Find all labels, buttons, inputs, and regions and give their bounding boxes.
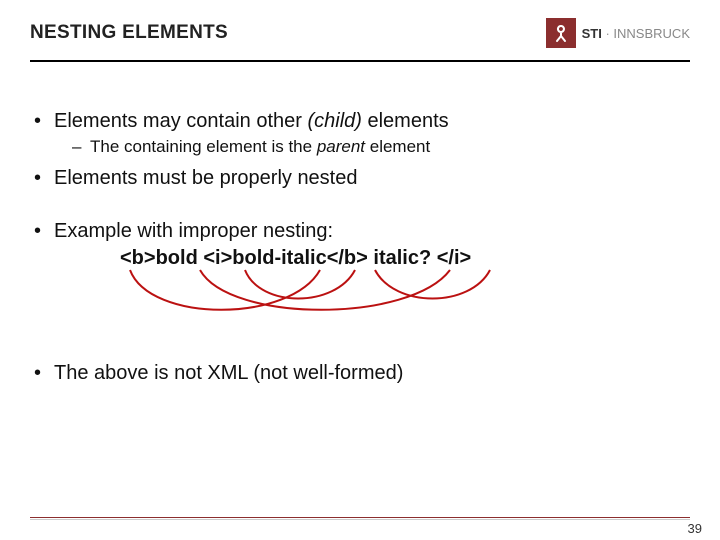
footer-rule-light	[30, 519, 690, 520]
logo-brand: STI	[582, 26, 602, 41]
brand-logo: STI · INNSBRUCK	[546, 18, 690, 48]
bullet-4: The above is not XML (not well-formed)	[30, 362, 690, 385]
bullet-1-sub: The containing element is the parent ele…	[30, 137, 690, 157]
logo-text: STI · INNSBRUCK	[582, 26, 690, 41]
bullet-1-sub-b: element	[365, 137, 430, 156]
footer-rule-accent	[30, 517, 690, 518]
slide-header: NESTING ELEMENTS STI · INNSBRUCK	[0, 0, 720, 56]
bullet-1-text-b: elements	[362, 110, 449, 132]
slide-title: NESTING ELEMENTS	[30, 22, 228, 44]
bullet-1-italic: (child)	[307, 110, 361, 132]
bullet-2: Elements must be properly nested	[30, 167, 690, 190]
page-number: 39	[688, 521, 702, 536]
bullet-1-sub-italic: parent	[317, 137, 365, 156]
bullet-1-sub-a: The containing element is the	[90, 137, 317, 156]
bullet-1: Elements may contain other (child) eleme…	[30, 110, 690, 133]
logo-sub: INNSBRUCK	[613, 26, 690, 41]
logo-separator: ·	[602, 26, 614, 41]
bullet-1-text-a: Elements may contain other	[54, 110, 307, 132]
example-code: <b>bold <i>bold-italic</b> italic? </i>	[30, 247, 690, 270]
logo-mark-icon	[546, 18, 576, 48]
nesting-arcs-diagram	[110, 268, 690, 318]
bullet-3: Example with improper nesting:	[30, 220, 690, 243]
slide-body: Elements may contain other (child) eleme…	[0, 62, 720, 399]
